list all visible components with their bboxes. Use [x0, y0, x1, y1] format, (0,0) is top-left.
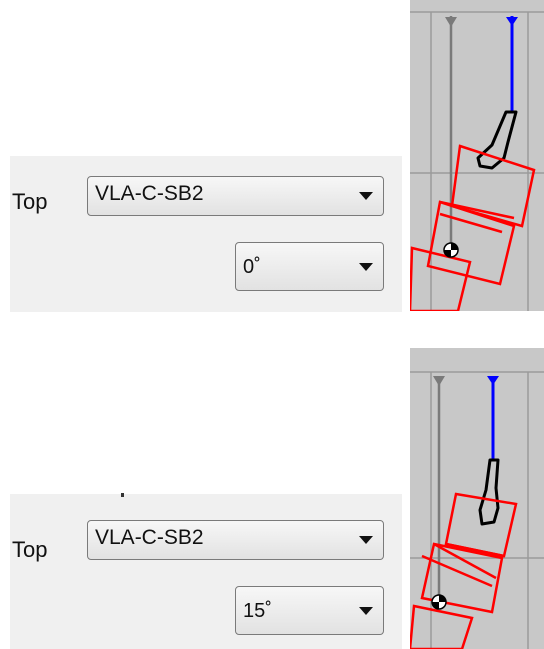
bumper-dropdown-value: VLA-C-SB2 — [95, 182, 204, 205]
chevron-down-icon[interactable] — [359, 536, 373, 544]
speaker-cabinets — [410, 492, 518, 649]
bumper-dropdown[interactable]: VLA-C-SB2 — [87, 520, 384, 560]
array-preview-viewport-1[interactable] — [410, 0, 544, 311]
bumper-dropdown[interactable]: VLA-C-SB2 — [87, 176, 384, 216]
bumper-dropdown-value: VLA-C-SB2 — [95, 526, 204, 549]
cable-hook-icon — [487, 376, 499, 385]
pickpoint-marker-icon — [445, 17, 457, 27]
speaker-cabinets — [410, 144, 536, 311]
top-position-label: Top — [12, 189, 48, 214]
angle-dropdown[interactable]: 0˚ — [235, 242, 384, 291]
chevron-down-icon[interactable] — [359, 606, 373, 615]
array-preview-drawing-2 — [410, 371, 544, 649]
clipped-text-fragment — [121, 493, 124, 497]
grid-lines — [410, 371, 544, 649]
angle-dropdown-value: 15˚ — [243, 600, 272, 622]
top-position-label: Top — [12, 537, 48, 562]
center-of-gravity-icon — [431, 594, 447, 610]
array-preview-drawing-1 — [410, 11, 544, 311]
angle-dropdown-value: 0˚ — [243, 256, 261, 278]
pickpoint-marker-icon — [433, 376, 445, 386]
center-of-gravity-icon — [443, 242, 459, 258]
array-preview-viewport-2[interactable] — [410, 348, 544, 649]
chevron-down-icon[interactable] — [359, 192, 373, 200]
chevron-down-icon[interactable] — [359, 262, 373, 271]
cable-hook-icon — [506, 17, 518, 26]
rigging-bracket — [476, 110, 518, 170]
rigging-bracket — [478, 458, 500, 526]
angle-dropdown[interactable]: 15˚ — [235, 586, 384, 635]
